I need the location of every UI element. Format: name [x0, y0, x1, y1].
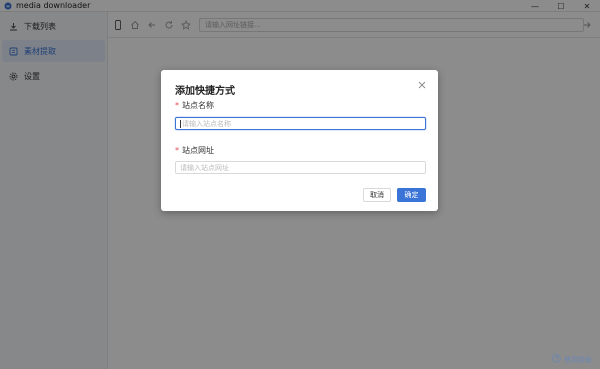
dialog-title: 添加快捷方式 — [175, 86, 235, 97]
add-shortcut-dialog: 添加快捷方式 * 站点名称 请输入站点名称 * 站点网址 请输入站点网址 取消 确定 — [161, 70, 438, 211]
help-link[interactable]: 使用帮助 — [552, 354, 592, 365]
site-name-input[interactable]: 请输入站点名称 — [175, 117, 426, 130]
help-icon — [552, 354, 561, 365]
site-url-label: * 站点网址 — [175, 146, 214, 155]
required-marker: * — [175, 101, 179, 110]
text-caret — [180, 119, 181, 128]
close-icon[interactable] — [416, 79, 428, 91]
required-marker: * — [175, 146, 179, 155]
confirm-button[interactable]: 确定 — [397, 188, 426, 202]
help-label: 使用帮助 — [564, 355, 592, 364]
site-url-placeholder: 请输入站点网址 — [180, 163, 229, 172]
site-name-label: * 站点名称 — [175, 101, 214, 110]
site-name-placeholder: 请输入站点名称 — [182, 119, 231, 128]
cancel-button[interactable]: 取消 — [363, 188, 391, 202]
site-url-input[interactable]: 请输入站点网址 — [175, 161, 426, 174]
